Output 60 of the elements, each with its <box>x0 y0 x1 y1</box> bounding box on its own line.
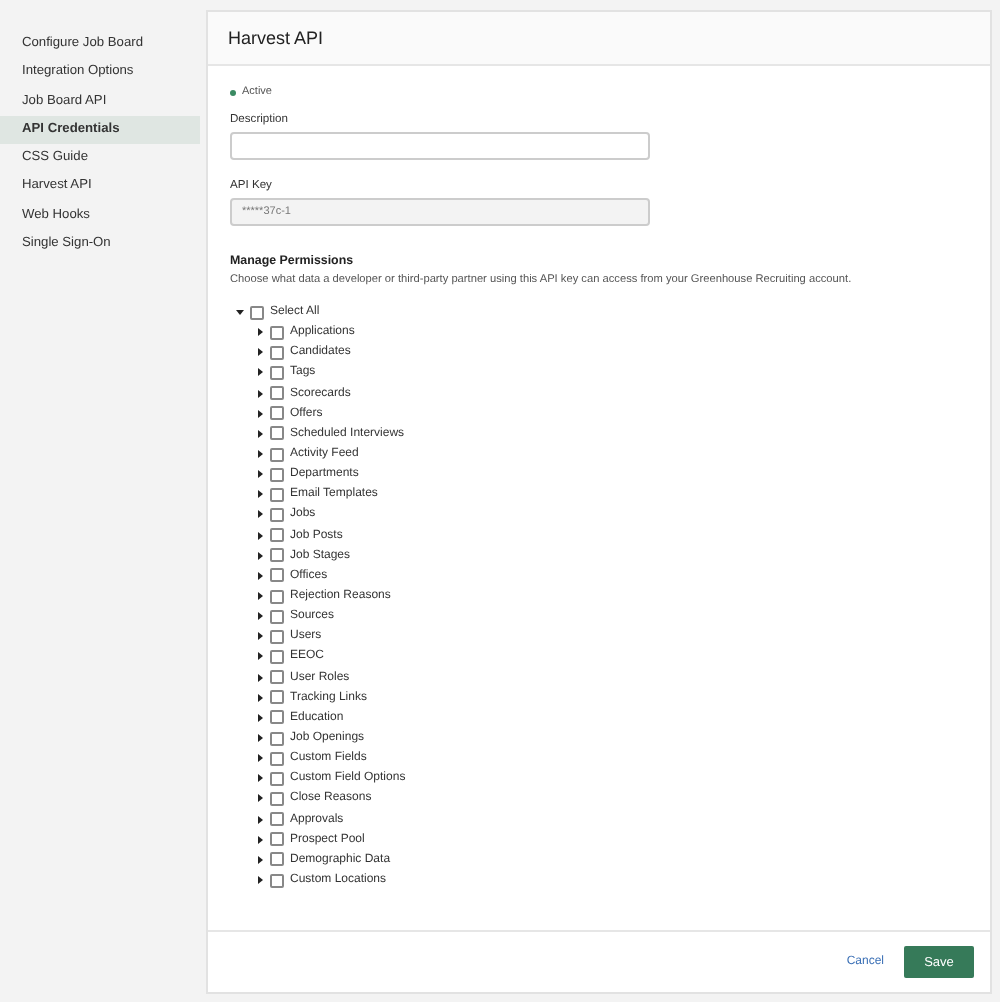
caret-icon[interactable] <box>256 734 264 743</box>
caret-icon[interactable] <box>256 328 264 337</box>
checkbox[interactable] <box>270 812 284 827</box>
checkbox[interactable] <box>270 609 284 624</box>
caret-icon[interactable] <box>256 450 264 459</box>
checkbox[interactable] <box>270 345 284 360</box>
checkbox[interactable] <box>270 589 284 604</box>
caret-icon[interactable] <box>256 855 264 864</box>
checkbox[interactable] <box>270 426 284 441</box>
checkbox[interactable] <box>270 467 284 482</box>
checkbox[interactable] <box>270 629 284 644</box>
caret-icon[interactable] <box>256 510 264 519</box>
caret-icon[interactable] <box>256 531 264 540</box>
checkbox[interactable] <box>250 305 264 320</box>
description-field[interactable] <box>230 132 650 160</box>
checkbox[interactable] <box>270 710 284 725</box>
caret-icon[interactable] <box>256 774 264 783</box>
checkbox[interactable] <box>270 548 284 563</box>
checkbox[interactable] <box>270 487 284 502</box>
caret-icon[interactable] <box>256 612 264 621</box>
checkbox[interactable] <box>270 406 284 421</box>
caret-icon[interactable] <box>256 409 264 418</box>
checkbox[interactable] <box>270 325 284 340</box>
caret-icon[interactable] <box>256 490 264 499</box>
checkbox[interactable] <box>270 771 284 786</box>
checkbox[interactable] <box>270 507 284 522</box>
checkbox[interactable] <box>270 791 284 806</box>
caret-icon[interactable] <box>256 551 264 560</box>
checkbox[interactable] <box>270 649 284 664</box>
caret-icon[interactable] <box>256 652 264 661</box>
checkbox[interactable] <box>270 832 284 847</box>
caret-icon[interactable] <box>256 592 264 601</box>
caret-icon[interactable] <box>256 713 264 722</box>
caret-icon[interactable] <box>236 308 244 317</box>
checkbox[interactable] <box>270 568 284 583</box>
caret-icon[interactable] <box>256 815 264 824</box>
caret-icon[interactable] <box>256 429 264 438</box>
caret-icon[interactable] <box>256 571 264 580</box>
checkbox[interactable] <box>270 670 284 685</box>
checkbox[interactable] <box>270 731 284 746</box>
checkbox[interactable] <box>270 386 284 401</box>
checkbox[interactable] <box>270 447 284 462</box>
caret-icon[interactable] <box>256 754 264 763</box>
caret-icon[interactable] <box>256 470 264 479</box>
caret-icon[interactable] <box>256 389 264 398</box>
caret-icon[interactable] <box>256 794 264 803</box>
caret-icon[interactable] <box>256 348 264 357</box>
checkbox[interactable] <box>270 751 284 766</box>
caret-icon[interactable] <box>256 693 264 702</box>
caret-icon[interactable] <box>256 876 264 884</box>
caret-icon[interactable] <box>256 835 264 844</box>
checkbox[interactable] <box>270 690 284 705</box>
caret-icon[interactable] <box>256 632 264 641</box>
checkbox[interactable] <box>270 873 284 887</box>
checkbox[interactable] <box>270 852 284 867</box>
panel-title: Harvest API <box>208 12 990 66</box>
checkbox[interactable] <box>270 528 284 543</box>
caret-icon[interactable] <box>256 368 264 377</box>
checkbox[interactable] <box>270 365 284 380</box>
caret-icon[interactable] <box>256 673 264 682</box>
